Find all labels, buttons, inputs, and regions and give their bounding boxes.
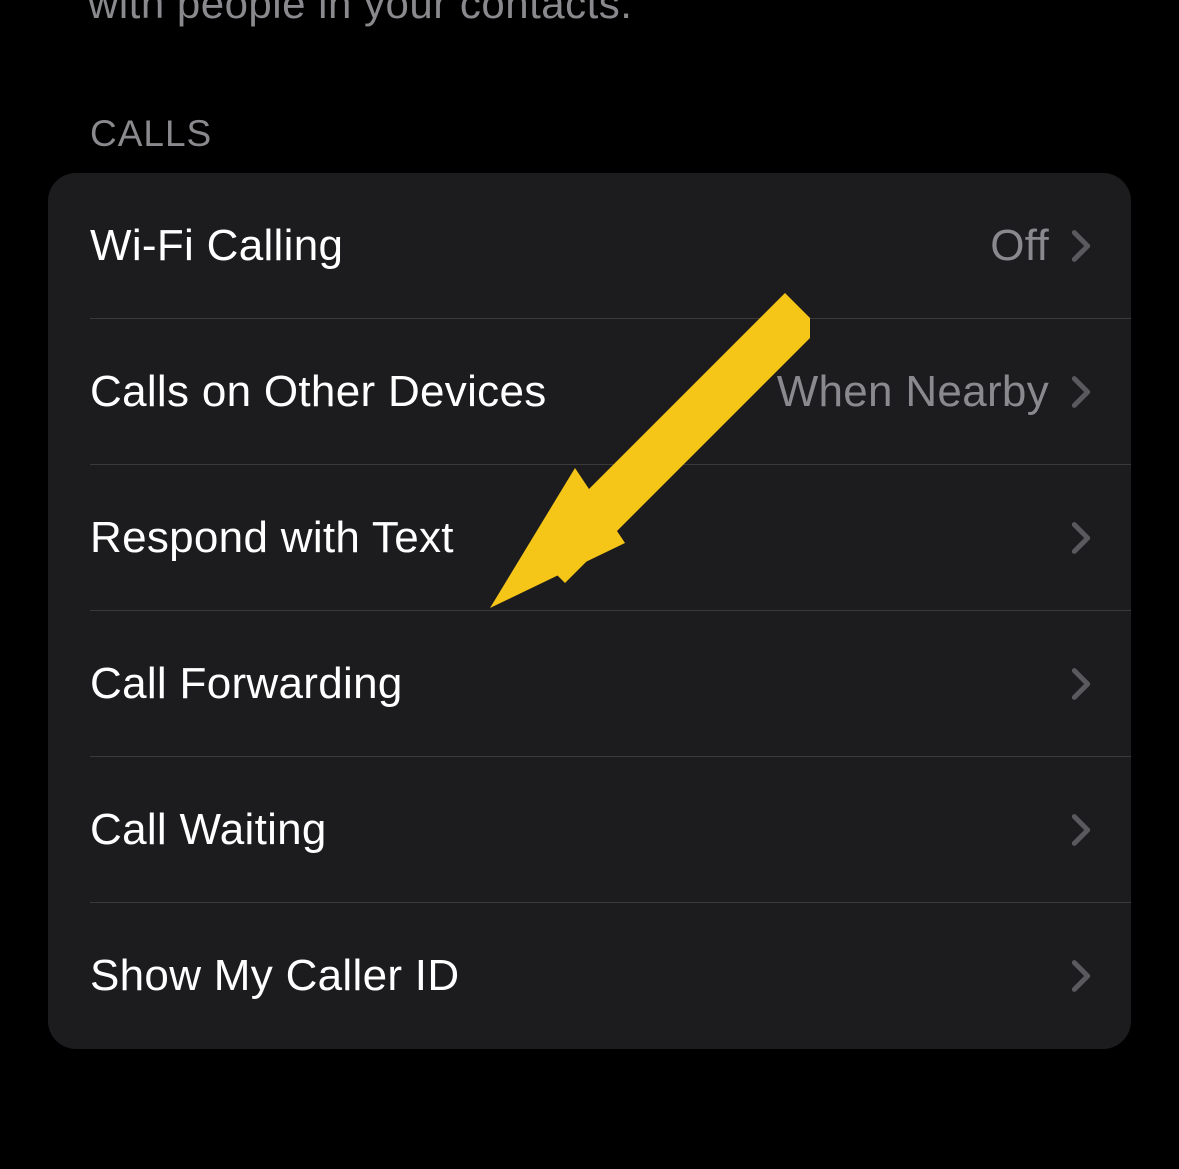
calls-settings-group: Wi-Fi Calling Off Calls on Other Devices… bbox=[48, 173, 1131, 1049]
chevron-right-icon bbox=[1071, 229, 1091, 263]
row-label: Wi-Fi Calling bbox=[90, 221, 990, 271]
chevron-right-icon bbox=[1071, 521, 1091, 555]
row-label: Call Waiting bbox=[90, 805, 1071, 855]
chevron-right-icon bbox=[1071, 959, 1091, 993]
row-value: When Nearby bbox=[777, 367, 1049, 417]
row-label: Show My Caller ID bbox=[90, 951, 1071, 1001]
row-label: Calls on Other Devices bbox=[90, 367, 777, 417]
call-forwarding-row[interactable]: Call Forwarding bbox=[48, 611, 1131, 757]
row-value: Off bbox=[990, 221, 1049, 271]
call-waiting-row[interactable]: Call Waiting bbox=[48, 757, 1131, 903]
section-header-calls: CALLS bbox=[0, 28, 1179, 173]
chevron-right-icon bbox=[1071, 667, 1091, 701]
show-caller-id-row[interactable]: Show My Caller ID bbox=[48, 903, 1131, 1049]
wifi-calling-row[interactable]: Wi-Fi Calling Off bbox=[48, 173, 1131, 319]
description-text: with people in your contacts. bbox=[0, 0, 1179, 28]
row-label: Call Forwarding bbox=[90, 659, 1071, 709]
chevron-right-icon bbox=[1071, 813, 1091, 847]
calls-other-devices-row[interactable]: Calls on Other Devices When Nearby bbox=[48, 319, 1131, 465]
chevron-right-icon bbox=[1071, 375, 1091, 409]
respond-with-text-row[interactable]: Respond with Text bbox=[48, 465, 1131, 611]
row-label: Respond with Text bbox=[90, 513, 1071, 563]
